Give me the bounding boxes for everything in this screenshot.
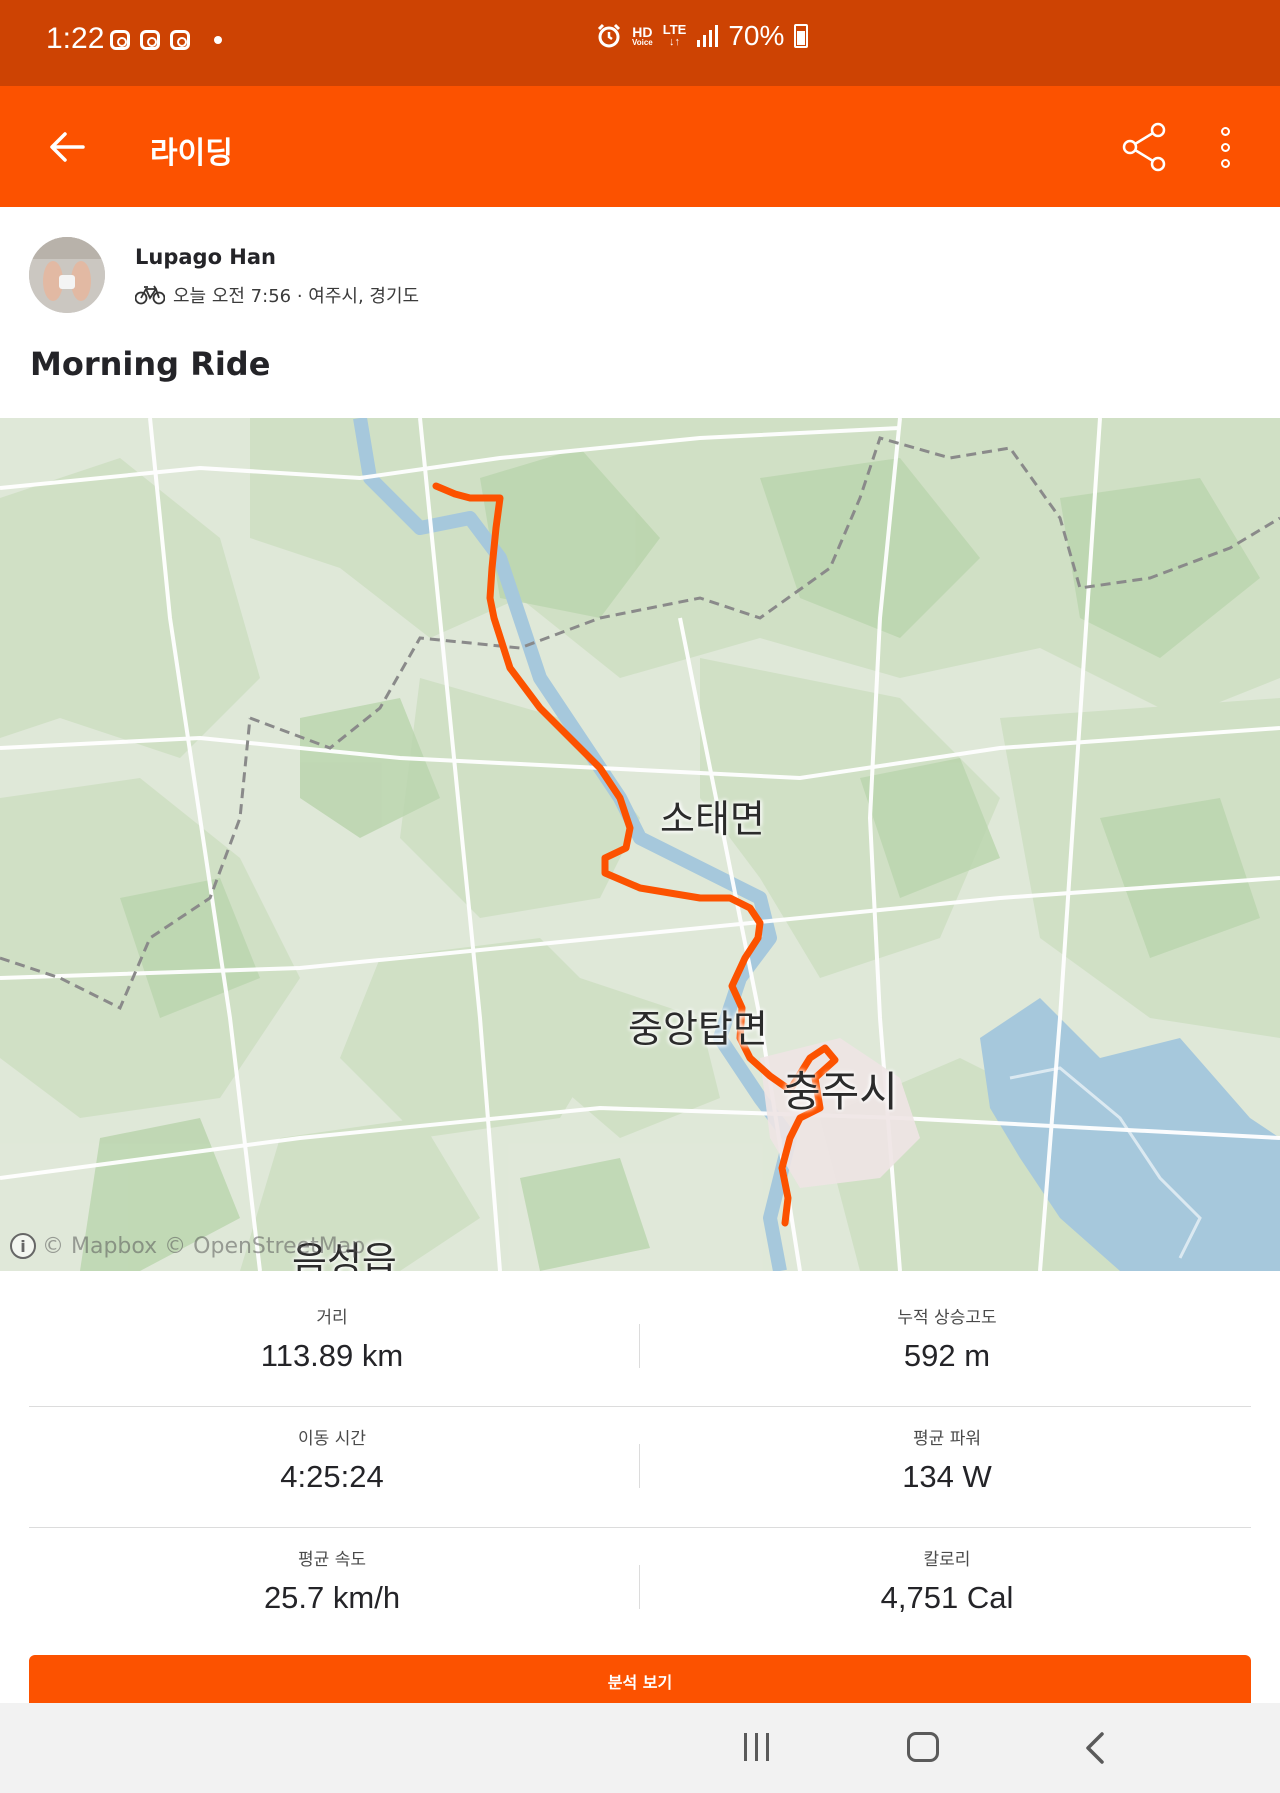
stat-label: 거리 [316,1308,348,1328]
recent-apps-icon [743,1733,747,1761]
recent-apps-button[interactable] [740,1733,772,1763]
divider [29,1527,1251,1528]
home-button[interactable] [907,1732,939,1762]
stat-avg-speed: 평균 속도 25.7 km/h [52,1545,612,1616]
stat-label: 평균 속도 [298,1550,366,1570]
activity-meta: 오늘 오전 7:56 · 여주시, 경기도 [135,282,419,308]
map-label-town2: 중앙탑면 [628,1007,768,1051]
recent-apps-icon-bar [754,1733,758,1761]
avatar[interactable] [29,237,105,313]
battery-percent: 70% [728,20,785,51]
chevron-left-icon [1086,1732,1104,1764]
hd-voice-indicator: HD Voice [632,23,653,47]
activity-title: Morning Ride [30,345,271,383]
back-button[interactable] [42,122,92,172]
info-icon[interactable]: i [10,1233,36,1259]
page-title: 라이딩 [150,136,233,171]
bike-icon [135,285,165,305]
system-nav-bar [0,1703,1280,1793]
signal-icon [697,25,719,47]
stat-label: 누적 상승고도 [897,1308,997,1328]
stat-value: 4:25:24 [280,1459,384,1494]
map-attribution-text[interactable]: © Mapbox © OpenStreetMap [42,1234,365,1259]
stat-avg-power: 평균 파워 134 W [667,1424,1227,1495]
nav-back-button[interactable] [1080,1731,1110,1765]
app-bar: 라이딩 [0,86,1280,207]
status-indicators: HD Voice LTE ↓↑ 70% [596,20,809,52]
instagram-icon [110,30,130,50]
stat-distance: 거리 113.89 km [52,1303,612,1374]
battery-icon [794,24,809,48]
status-bar: 1:22 HD Voice LTE ↓↑ 70% [0,0,1280,86]
stat-elevation: 누적 상승고도 592 m [667,1303,1227,1374]
route-map[interactable]: 소태면 중앙탑면 충주시 음성읍 i © Mapbox © OpenStreet… [0,418,1280,1271]
stat-value: 134 W [902,1459,992,1494]
more-vertical-icon [1220,126,1230,136]
stat-value: 25.7 km/h [263,1580,401,1615]
instagram-icon [170,30,190,50]
share-icon [1122,122,1166,172]
stat-label: 칼로리 [923,1550,971,1570]
stat-value: 592 m [903,1338,991,1373]
divider [639,1324,640,1368]
stat-label: 평균 파워 [913,1429,981,1449]
recent-apps-icon-bar [765,1733,769,1761]
lte-indicator: LTE ↓↑ [662,22,687,48]
map-label-town1: 소태면 [660,797,765,841]
stat-calories: 칼로리 4,751 Cal [667,1545,1227,1616]
instagram-icon [140,30,160,50]
divider [639,1565,640,1609]
more-notifications-dot-icon [214,36,222,44]
stat-label: 이동 시간 [298,1429,366,1449]
athlete-name[interactable]: Lupago Han [135,245,276,269]
map-canvas [0,418,1280,1271]
share-button[interactable] [1118,120,1172,174]
arrow-left-icon [50,132,85,162]
more-vertical-icon-dot [1220,158,1230,168]
map-label-city: 충주시 [782,1067,898,1116]
avatar-photo [29,237,105,313]
notification-icons [110,30,222,50]
divider [639,1444,640,1488]
stat-value: 113.89 km [260,1338,404,1373]
alarm-icon [597,23,621,48]
map-attribution: i © Mapbox © OpenStreetMap [10,1233,365,1259]
stat-moving-time: 이동 시간 4:25:24 [52,1424,612,1495]
divider [29,1406,1251,1407]
activity-meta-text: 오늘 오전 7:56 · 여주시, 경기도 [173,286,420,307]
more-options-button[interactable] [1200,120,1250,174]
more-vertical-icon-dot [1220,142,1230,152]
status-time: 1:22 [46,22,105,55]
stat-value: 4,751 Cal [880,1580,1014,1615]
